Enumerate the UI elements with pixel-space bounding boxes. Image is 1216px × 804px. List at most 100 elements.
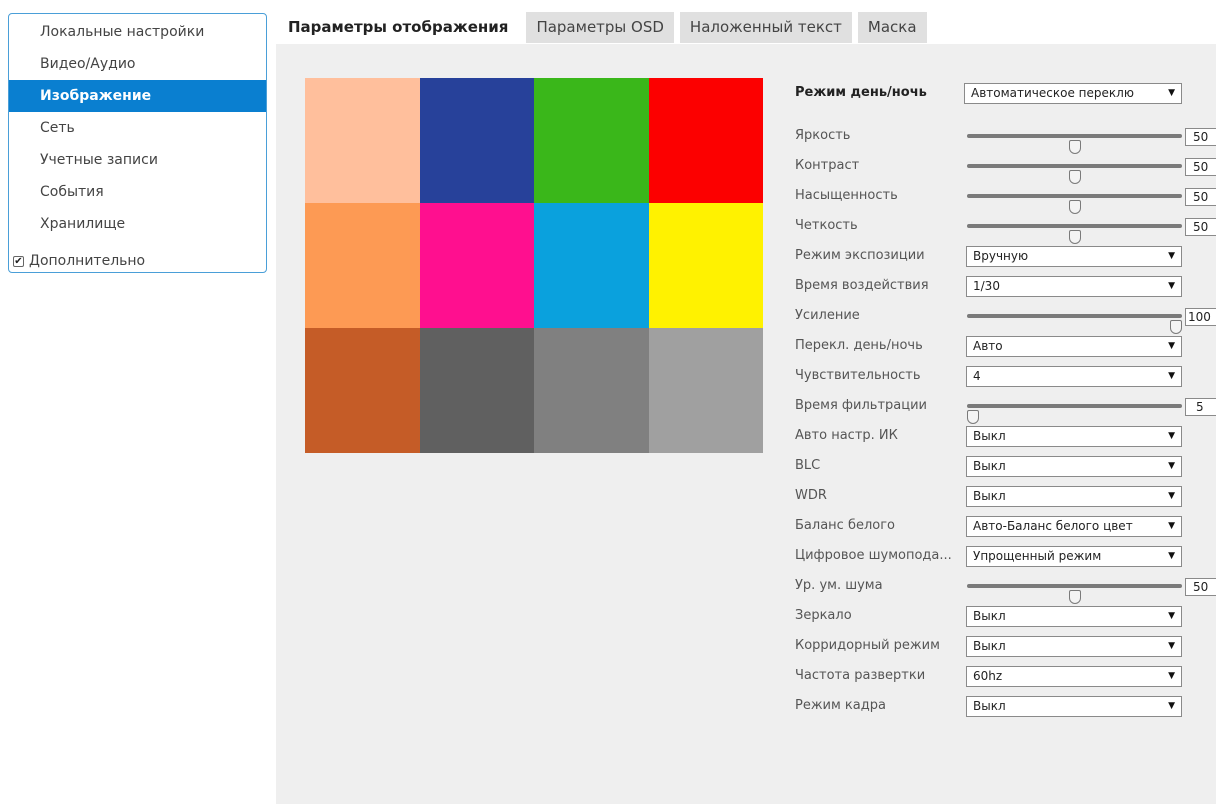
wdr-select[interactable]: Выкл ▼ (966, 486, 1182, 507)
tab-mask[interactable]: Маска (857, 12, 927, 43)
white-balance-label: Баланс белого (795, 518, 896, 533)
preview-color-swatch (648, 328, 763, 453)
auto-ir-select[interactable]: Выкл ▼ (966, 426, 1182, 447)
scan-frequency-select[interactable]: 60hz ▼ (966, 666, 1182, 687)
preview-color-swatch (419, 78, 534, 203)
preview-color-swatch (534, 203, 649, 328)
row-mirror: Зеркало Выкл ▼ (795, 603, 1216, 629)
sidebar-item-video-audio[interactable]: Видео/Аудио (9, 48, 266, 80)
saturation-label: Насыщенность (795, 188, 898, 203)
sidebar-menu: Локальные настройки Видео/Аудио Изображе… (8, 13, 267, 273)
corridor-mode-label: Корридорный режим (795, 638, 940, 653)
corridor-mode-value: Выкл (973, 639, 1006, 653)
row-white-balance: Баланс белого Авто-Баланс белого цвет ▼ (795, 513, 1216, 539)
blc-select[interactable]: Выкл ▼ (966, 456, 1182, 477)
row-exposure-time: Время воздействия 1/30 ▼ (795, 273, 1216, 299)
chevron-down-icon: ▼ (1168, 431, 1175, 441)
tab-osd-params[interactable]: Параметры OSD (526, 12, 674, 43)
preview-color-swatch (419, 328, 534, 453)
preview-color-swatch (534, 78, 649, 203)
brightness-label: Яркость (795, 128, 851, 143)
sidebar-item-accounts[interactable]: Учетные записи (9, 144, 266, 176)
brightness-slider-handle[interactable] (1068, 140, 1081, 154)
digital-nr-select[interactable]: Упрощенный режим ▼ (966, 546, 1182, 567)
sensitivity-label: Чувствительность (795, 368, 921, 383)
exposure-time-value: 1/30 (973, 279, 1000, 293)
row-gain: Усиление 100 (795, 303, 1216, 334)
sharpness-slider[interactable] (967, 224, 1182, 244)
preview-color-swatch (648, 78, 763, 203)
tab-overlay-text[interactable]: Наложенный текст (679, 12, 852, 43)
gain-slider[interactable] (967, 314, 1182, 334)
white-balance-select[interactable]: Авто-Баланс белого цвет ▼ (966, 516, 1182, 537)
mirror-select[interactable]: Выкл ▼ (966, 606, 1182, 627)
contrast-slider[interactable] (967, 164, 1182, 184)
saturation-slider-handle[interactable] (1068, 200, 1081, 214)
sidebar-item-storage[interactable]: Хранилище (9, 208, 266, 240)
sidebar-item-image[interactable]: Изображение (9, 80, 266, 112)
auto-ir-value: Выкл (973, 429, 1006, 443)
row-sharpness: Четкость 50 (795, 213, 1216, 244)
advanced-label: Дополнительно (29, 253, 146, 269)
brightness-slider[interactable] (967, 134, 1182, 154)
row-brightness: Яркость 50 (795, 123, 1216, 154)
filter-time-slider-handle[interactable] (967, 410, 979, 424)
auto-ir-label: Авто настр. ИК (795, 428, 898, 443)
gain-label: Усиление (795, 308, 860, 323)
advanced-checkbox[interactable]: ✔ (13, 255, 24, 267)
day-night-mode-label: Режим день/ночь (795, 85, 927, 100)
filter-time-slider[interactable] (967, 404, 1182, 424)
day-night-mode-select[interactable]: Автоматическое переклю ▼ (964, 83, 1182, 104)
nr-level-value[interactable]: 50 (1185, 578, 1216, 596)
gain-value[interactable]: 100 (1185, 308, 1216, 326)
exposure-mode-value: Вручную (973, 249, 1029, 263)
preview-color-swatch (305, 203, 420, 328)
row-blc: BLC Выкл ▼ (795, 453, 1216, 479)
digital-nr-label: Цифровое шумопода... (795, 548, 952, 563)
advanced-toggle[interactable]: ✔ Дополнительно (9, 248, 145, 274)
row-scan-frequency: Частота развертки 60hz ▼ (795, 663, 1216, 689)
chevron-down-icon: ▼ (1168, 281, 1175, 291)
sidebar-item-local-settings[interactable]: Локальные настройки (9, 16, 266, 48)
video-preview (305, 78, 763, 453)
sharpness-slider-handle[interactable] (1068, 230, 1081, 244)
chevron-down-icon: ▼ (1168, 251, 1175, 261)
sensitivity-select[interactable]: 4 ▼ (966, 366, 1182, 387)
day-night-switch-select[interactable]: Авто ▼ (966, 336, 1182, 357)
corridor-mode-select[interactable]: Выкл ▼ (966, 636, 1182, 657)
row-nr-level: Ур. ум. шума 50 (795, 573, 1216, 604)
preview-color-swatch (648, 203, 763, 328)
contrast-value[interactable]: 50 (1185, 158, 1216, 176)
mirror-label: Зеркало (795, 608, 852, 623)
saturation-slider[interactable] (967, 194, 1182, 214)
contrast-slider-handle[interactable] (1068, 170, 1081, 184)
frame-mode-select[interactable]: Выкл ▼ (966, 696, 1182, 717)
frame-mode-label: Режим кадра (795, 698, 886, 713)
brightness-value[interactable]: 50 (1185, 128, 1216, 146)
blc-label: BLC (795, 458, 821, 473)
chevron-down-icon: ▼ (1168, 521, 1175, 531)
sidebar-item-network[interactable]: Сеть (9, 112, 266, 144)
sidebar-item-events[interactable]: События (9, 176, 266, 208)
chevron-down-icon: ▼ (1168, 371, 1175, 381)
chevron-down-icon: ▼ (1168, 611, 1175, 621)
sharpness-value[interactable]: 50 (1185, 218, 1216, 236)
row-digital-nr: Цифровое шумопода... Упрощенный режим ▼ (795, 543, 1216, 569)
filter-time-value[interactable]: 5 (1185, 398, 1216, 416)
row-wdr: WDR Выкл ▼ (795, 483, 1216, 509)
row-corridor-mode: Корридорный режим Выкл ▼ (795, 633, 1216, 659)
preview-color-swatch (305, 78, 420, 203)
tab-bar: Параметры отображения Параметры OSD Нало… (276, 12, 933, 44)
tab-display-params[interactable]: Параметры отображения (276, 12, 521, 43)
exposure-time-select[interactable]: 1/30 ▼ (966, 276, 1182, 297)
day-night-switch-label: Перекл. день/ночь (795, 338, 923, 353)
exposure-mode-label: Режим экспозиции (795, 248, 925, 263)
nr-level-slider-handle[interactable] (1068, 590, 1081, 604)
nr-level-slider[interactable] (967, 584, 1182, 604)
exposure-mode-select[interactable]: Вручную ▼ (966, 246, 1182, 267)
gain-slider-handle[interactable] (1170, 320, 1182, 334)
saturation-value[interactable]: 50 (1185, 188, 1216, 206)
preview-color-swatch (419, 203, 534, 328)
row-day-night-mode: Режим день/ночь Автоматическое переклю ▼ (795, 80, 1216, 106)
row-contrast: Контраст 50 (795, 153, 1216, 184)
